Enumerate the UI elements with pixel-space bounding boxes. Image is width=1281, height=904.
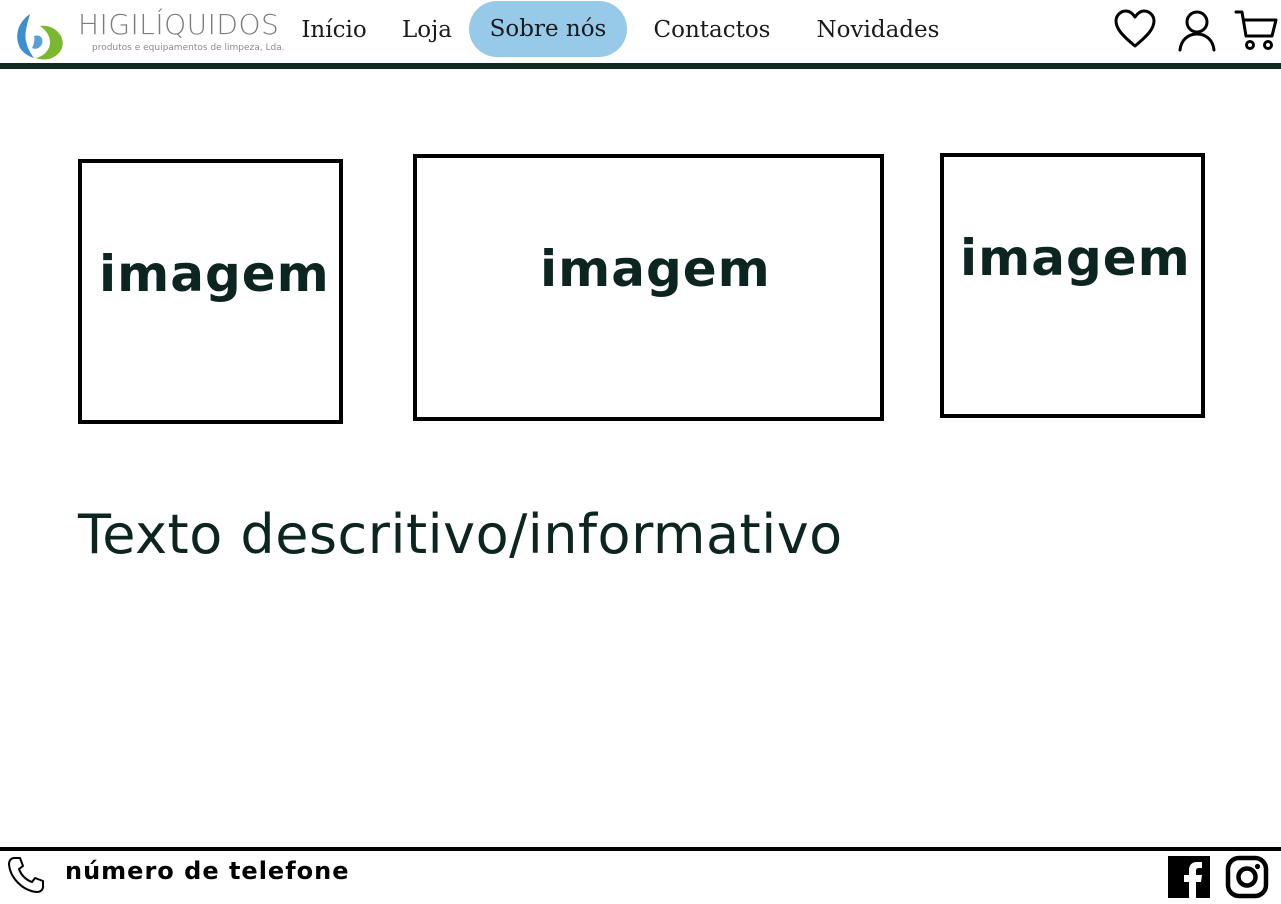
image-placeholder-label: imagem	[540, 240, 771, 298]
nav-item-contactos[interactable]: Contactos	[640, 0, 784, 60]
header-divider	[0, 63, 1281, 69]
nav-item-loja[interactable]: Loja	[396, 0, 458, 60]
description-text: Texto descritivo/informativo	[78, 503, 843, 566]
brand-logo[interactable]: HIGILÍQUIDOS produtos e equipamentos de …	[6, 2, 296, 62]
cart-icon[interactable]	[1234, 8, 1278, 52]
image-placeholder-label: imagem	[960, 229, 1191, 287]
site-footer: número de telefone	[0, 851, 1281, 904]
image-placeholder-3: imagem	[940, 153, 1205, 418]
facebook-icon[interactable]	[1168, 856, 1210, 898]
brand-name: HIGILÍQUIDOS	[78, 8, 280, 41]
brand-tagline: produtos e equipamentos de limpeza, Lda.	[92, 43, 285, 53]
image-placeholder-1: imagem	[78, 159, 343, 424]
user-icon[interactable]	[1175, 8, 1219, 52]
site-header: HIGILÍQUIDOS produtos e equipamentos de …	[0, 0, 1281, 63]
phone-number-label: número de telefone	[65, 857, 350, 885]
logo-drop-icon	[17, 14, 63, 60]
image-placeholder-label: imagem	[99, 245, 330, 303]
instagram-icon[interactable]	[1225, 855, 1269, 899]
nav-item-sobre-nos[interactable]: Sobre nós	[469, 1, 627, 57]
nav-item-inicio[interactable]: Início	[296, 0, 372, 60]
nav-item-novidades[interactable]: Novidades	[806, 0, 950, 60]
phone-icon	[8, 857, 44, 893]
heart-icon[interactable]	[1113, 8, 1157, 52]
image-placeholder-2: imagem	[413, 154, 884, 421]
